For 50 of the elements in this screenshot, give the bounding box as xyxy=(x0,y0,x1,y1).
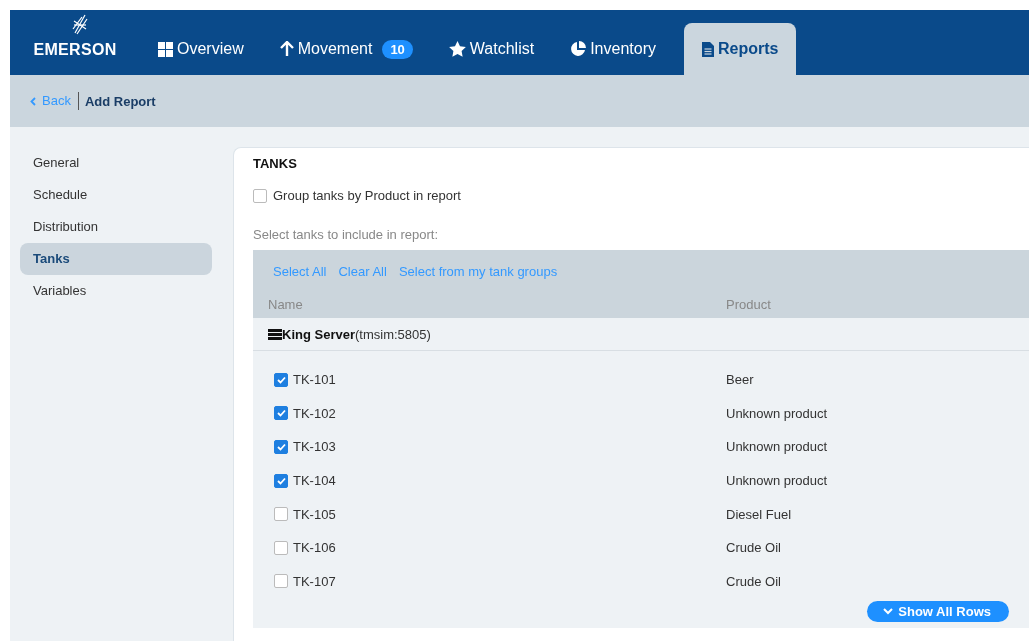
checkbox[interactable] xyxy=(274,473,288,488)
checkbox[interactable] xyxy=(274,540,288,555)
product-cell: Crude Oil xyxy=(726,573,781,589)
nav-tab[interactable]: Reports xyxy=(684,23,797,75)
count-badge: 10 xyxy=(382,39,413,59)
checkbox-label: Group tanks by Product in report xyxy=(273,188,461,203)
tank-name: TK-101 xyxy=(293,372,336,388)
tank-name: TK-107 xyxy=(293,573,336,589)
column-header: Product xyxy=(726,297,771,312)
pie-chart-icon xyxy=(570,41,587,57)
product-cell: Unknown product xyxy=(726,405,828,421)
product-cell: Crude Oil xyxy=(726,540,781,556)
document-icon xyxy=(702,41,714,57)
product-cell: Beer xyxy=(726,372,754,388)
chevron-left-icon xyxy=(30,96,36,106)
nav-tab[interactable]: Inventory xyxy=(552,23,674,75)
nav-tab[interactable]: Movement 10 xyxy=(261,23,431,75)
page-title: Add Report xyxy=(84,93,156,109)
checkbox[interactable] xyxy=(274,507,288,522)
arrow-up-icon xyxy=(279,41,294,57)
server-name: King Server(tmsim:5805) xyxy=(282,326,431,342)
checkbox[interactable] xyxy=(274,574,288,589)
tank-name: TK-106 xyxy=(293,540,336,556)
tank-name: TK-105 xyxy=(293,506,336,522)
sidebar-item[interactable]: Distribution xyxy=(20,211,212,243)
nav-tab[interactable]: Watchlist xyxy=(430,23,553,75)
checkbox[interactable] xyxy=(274,372,288,387)
section-title: TANKS xyxy=(253,156,298,171)
grid-icon xyxy=(158,41,173,57)
checkbox[interactable] xyxy=(274,440,288,454)
checkbox[interactable] xyxy=(274,406,288,421)
nav-tab[interactable]: Overview xyxy=(140,23,262,75)
checkbox[interactable] xyxy=(253,188,267,203)
logo-icon xyxy=(72,13,88,35)
column-header: Name xyxy=(267,297,304,312)
product-cell: Diesel Fuel xyxy=(726,506,792,522)
brand-name: EMERSON xyxy=(33,41,117,59)
chevron-down-icon xyxy=(883,608,894,616)
tank-name: TK-103 xyxy=(293,439,336,455)
sidebar-item[interactable]: Schedule xyxy=(20,179,212,211)
server-icon xyxy=(268,328,282,340)
sidebar-item[interactable]: Variables xyxy=(20,275,212,307)
sidebar-item[interactable]: General xyxy=(20,147,212,179)
tank-name: TK-102 xyxy=(293,405,336,421)
instruction-text: Select tanks to include in report: xyxy=(253,227,439,242)
star-icon xyxy=(448,41,466,57)
tank-name: TK-104 xyxy=(293,473,336,489)
product-cell: Unknown product xyxy=(726,473,828,489)
sidebar-item[interactable]: Tanks xyxy=(20,243,212,275)
product-cell: Unknown product xyxy=(726,439,828,455)
